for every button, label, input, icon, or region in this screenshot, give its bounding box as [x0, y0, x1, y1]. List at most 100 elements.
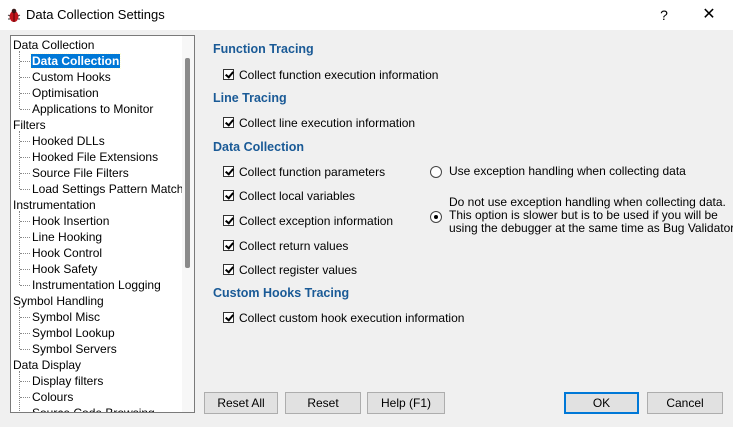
tree-item[interactable]: Colours	[31, 389, 74, 405]
tree-category[interactable]: Data Collection	[13, 37, 94, 53]
tree-connector	[19, 51, 20, 109]
tree-item[interactable]: Custom Hooks	[31, 69, 112, 85]
tree-connector	[20, 269, 30, 270]
tree-category[interactable]: Instrumentation	[13, 197, 96, 213]
tree-connector	[19, 211, 20, 285]
tree-item[interactable]: Load Settings Pattern Match	[31, 181, 184, 197]
tree-category[interactable]: Symbol Handling	[13, 293, 104, 309]
tree-item[interactable]: Hooked File Extensions	[31, 149, 159, 165]
checkbox-label: Collect line execution information	[239, 116, 416, 130]
radio-label-line3: using the debugger at the same time as B…	[449, 221, 733, 235]
tree-item[interactable]: Hooked DLLs	[31, 133, 106, 149]
section-line-tracing: Line Tracing	[213, 91, 287, 105]
tree-connector	[20, 93, 30, 94]
checkbox-checked-icon[interactable]	[223, 240, 234, 251]
checkbox-label: Collect custom hook execution informatio…	[239, 311, 465, 325]
tree-connector	[19, 371, 20, 412]
tree-connector	[20, 285, 30, 286]
tree-scrollbar-thumb[interactable]	[185, 58, 190, 268]
tree-item-label: Display filters	[32, 374, 104, 388]
tree-item-label: Hook Safety	[32, 262, 98, 276]
tree-item-label: Symbol Handling	[13, 294, 104, 308]
checkbox-checked-icon[interactable]	[223, 215, 234, 226]
tree-connector	[19, 131, 20, 189]
checkbox-checked-icon[interactable]	[223, 69, 234, 80]
help-f1-button[interactable]: Help (F1)	[367, 392, 445, 414]
tree-item-label: Symbol Misc	[32, 310, 101, 324]
section-function-tracing: Function Tracing	[213, 42, 314, 56]
tree-connector	[20, 397, 30, 398]
checkbox-checked-icon[interactable]	[223, 117, 234, 128]
settings-tree[interactable]: Data Collection Data Collection Custom Hoo…	[10, 35, 195, 413]
tree-connector	[20, 173, 30, 174]
tree-item[interactable]: Instrumentation Logging	[31, 277, 162, 293]
tree-item[interactable]: Hook Control	[31, 245, 103, 261]
tree-item[interactable]: Symbol Servers	[31, 341, 118, 357]
tree-connector	[20, 381, 30, 382]
tree-item-label: Applications to Monitor	[32, 102, 154, 116]
tree-item-label: Source Code Browsing	[32, 406, 155, 413]
tree-item-label: Data Collection	[29, 53, 122, 69]
checkbox-label: Collect function parameters	[239, 165, 386, 179]
tree-connector	[20, 77, 30, 78]
tree-connector	[20, 333, 30, 334]
checkbox-checked-icon[interactable]	[223, 312, 234, 323]
tree-item-label: Hooked DLLs	[32, 134, 105, 148]
checkbox-label: Collect register values	[239, 263, 358, 277]
radio-on-icon[interactable]	[430, 211, 442, 223]
title-bar: Data Collection Settings ? ✕	[0, 0, 733, 30]
tree-connector	[20, 349, 30, 350]
tree-item[interactable]: Display filters	[31, 373, 104, 389]
checkbox-label: Collect local variables	[239, 189, 356, 203]
tree-connector	[20, 109, 30, 110]
tree-item[interactable]: Source Code Browsing	[31, 405, 156, 413]
tree-item-label: Colours	[32, 390, 74, 404]
tree-item[interactable]: Symbol Lookup	[31, 325, 116, 341]
checkbox-checked-icon[interactable]	[223, 166, 234, 177]
tree-item-label: Hooked File Extensions	[32, 150, 159, 164]
tree-item-label: Filters	[13, 118, 46, 132]
tree-connector	[20, 253, 30, 254]
reset-all-button[interactable]: Reset All	[204, 392, 278, 414]
checkbox-label: Collect return values	[239, 239, 349, 253]
section-custom-hooks-tracing: Custom Hooks Tracing	[213, 286, 350, 300]
tree-item[interactable]: Line Hooking	[31, 229, 103, 245]
tree-item[interactable]: Data Collection	[29, 53, 122, 69]
help-button[interactable]: ?	[652, 5, 676, 25]
close-button[interactable]: ✕	[696, 5, 722, 25]
tree-item[interactable]: Hook Safety	[31, 261, 98, 277]
tree-connector	[20, 221, 30, 222]
tree-item-label: Source File Filters	[32, 166, 129, 180]
tree-connector	[19, 307, 20, 349]
tree-item-label: Load Settings Pattern Match	[32, 182, 184, 196]
tree-connector	[20, 141, 30, 142]
tree-category[interactable]: Data Display	[13, 357, 81, 373]
tree-item[interactable]: Source File Filters	[31, 165, 130, 181]
tree-item-label: Custom Hooks	[32, 70, 111, 84]
tree-category[interactable]: Filters	[13, 117, 46, 133]
checkbox-checked-icon[interactable]	[223, 264, 234, 275]
checkbox-checked-icon[interactable]	[223, 190, 234, 201]
radio-label: Use exception handling when collecting d…	[449, 164, 686, 178]
tree-connector	[20, 237, 30, 238]
tree-item-label: Optimisation	[32, 86, 99, 100]
tree-item[interactable]: Optimisation	[31, 85, 100, 101]
tree-item-label: Hook Insertion	[32, 214, 110, 228]
tree-item-label: Data Display	[13, 358, 82, 372]
tree-item-label: Instrumentation	[13, 198, 96, 212]
tree-connector	[20, 317, 30, 318]
checkbox-label: Collect exception information	[239, 214, 394, 228]
cancel-button[interactable]: Cancel	[647, 392, 723, 414]
tree-item-label: Instrumentation Logging	[32, 278, 161, 292]
reset-button[interactable]: Reset	[285, 392, 361, 414]
tree-item-label: Data Collection	[13, 38, 95, 52]
tree-item[interactable]: Hook Insertion	[31, 213, 110, 229]
tree-scrollbar[interactable]	[182, 36, 194, 412]
radio-off-icon[interactable]	[430, 166, 442, 178]
tree-item[interactable]: Symbol Misc	[31, 309, 101, 325]
tree-connector	[20, 189, 30, 190]
tree-item-label: Line Hooking	[32, 230, 103, 244]
tree-item-label: Symbol Lookup	[32, 326, 115, 340]
tree-item[interactable]: Applications to Monitor	[31, 101, 154, 117]
ok-button[interactable]: OK	[564, 392, 639, 414]
